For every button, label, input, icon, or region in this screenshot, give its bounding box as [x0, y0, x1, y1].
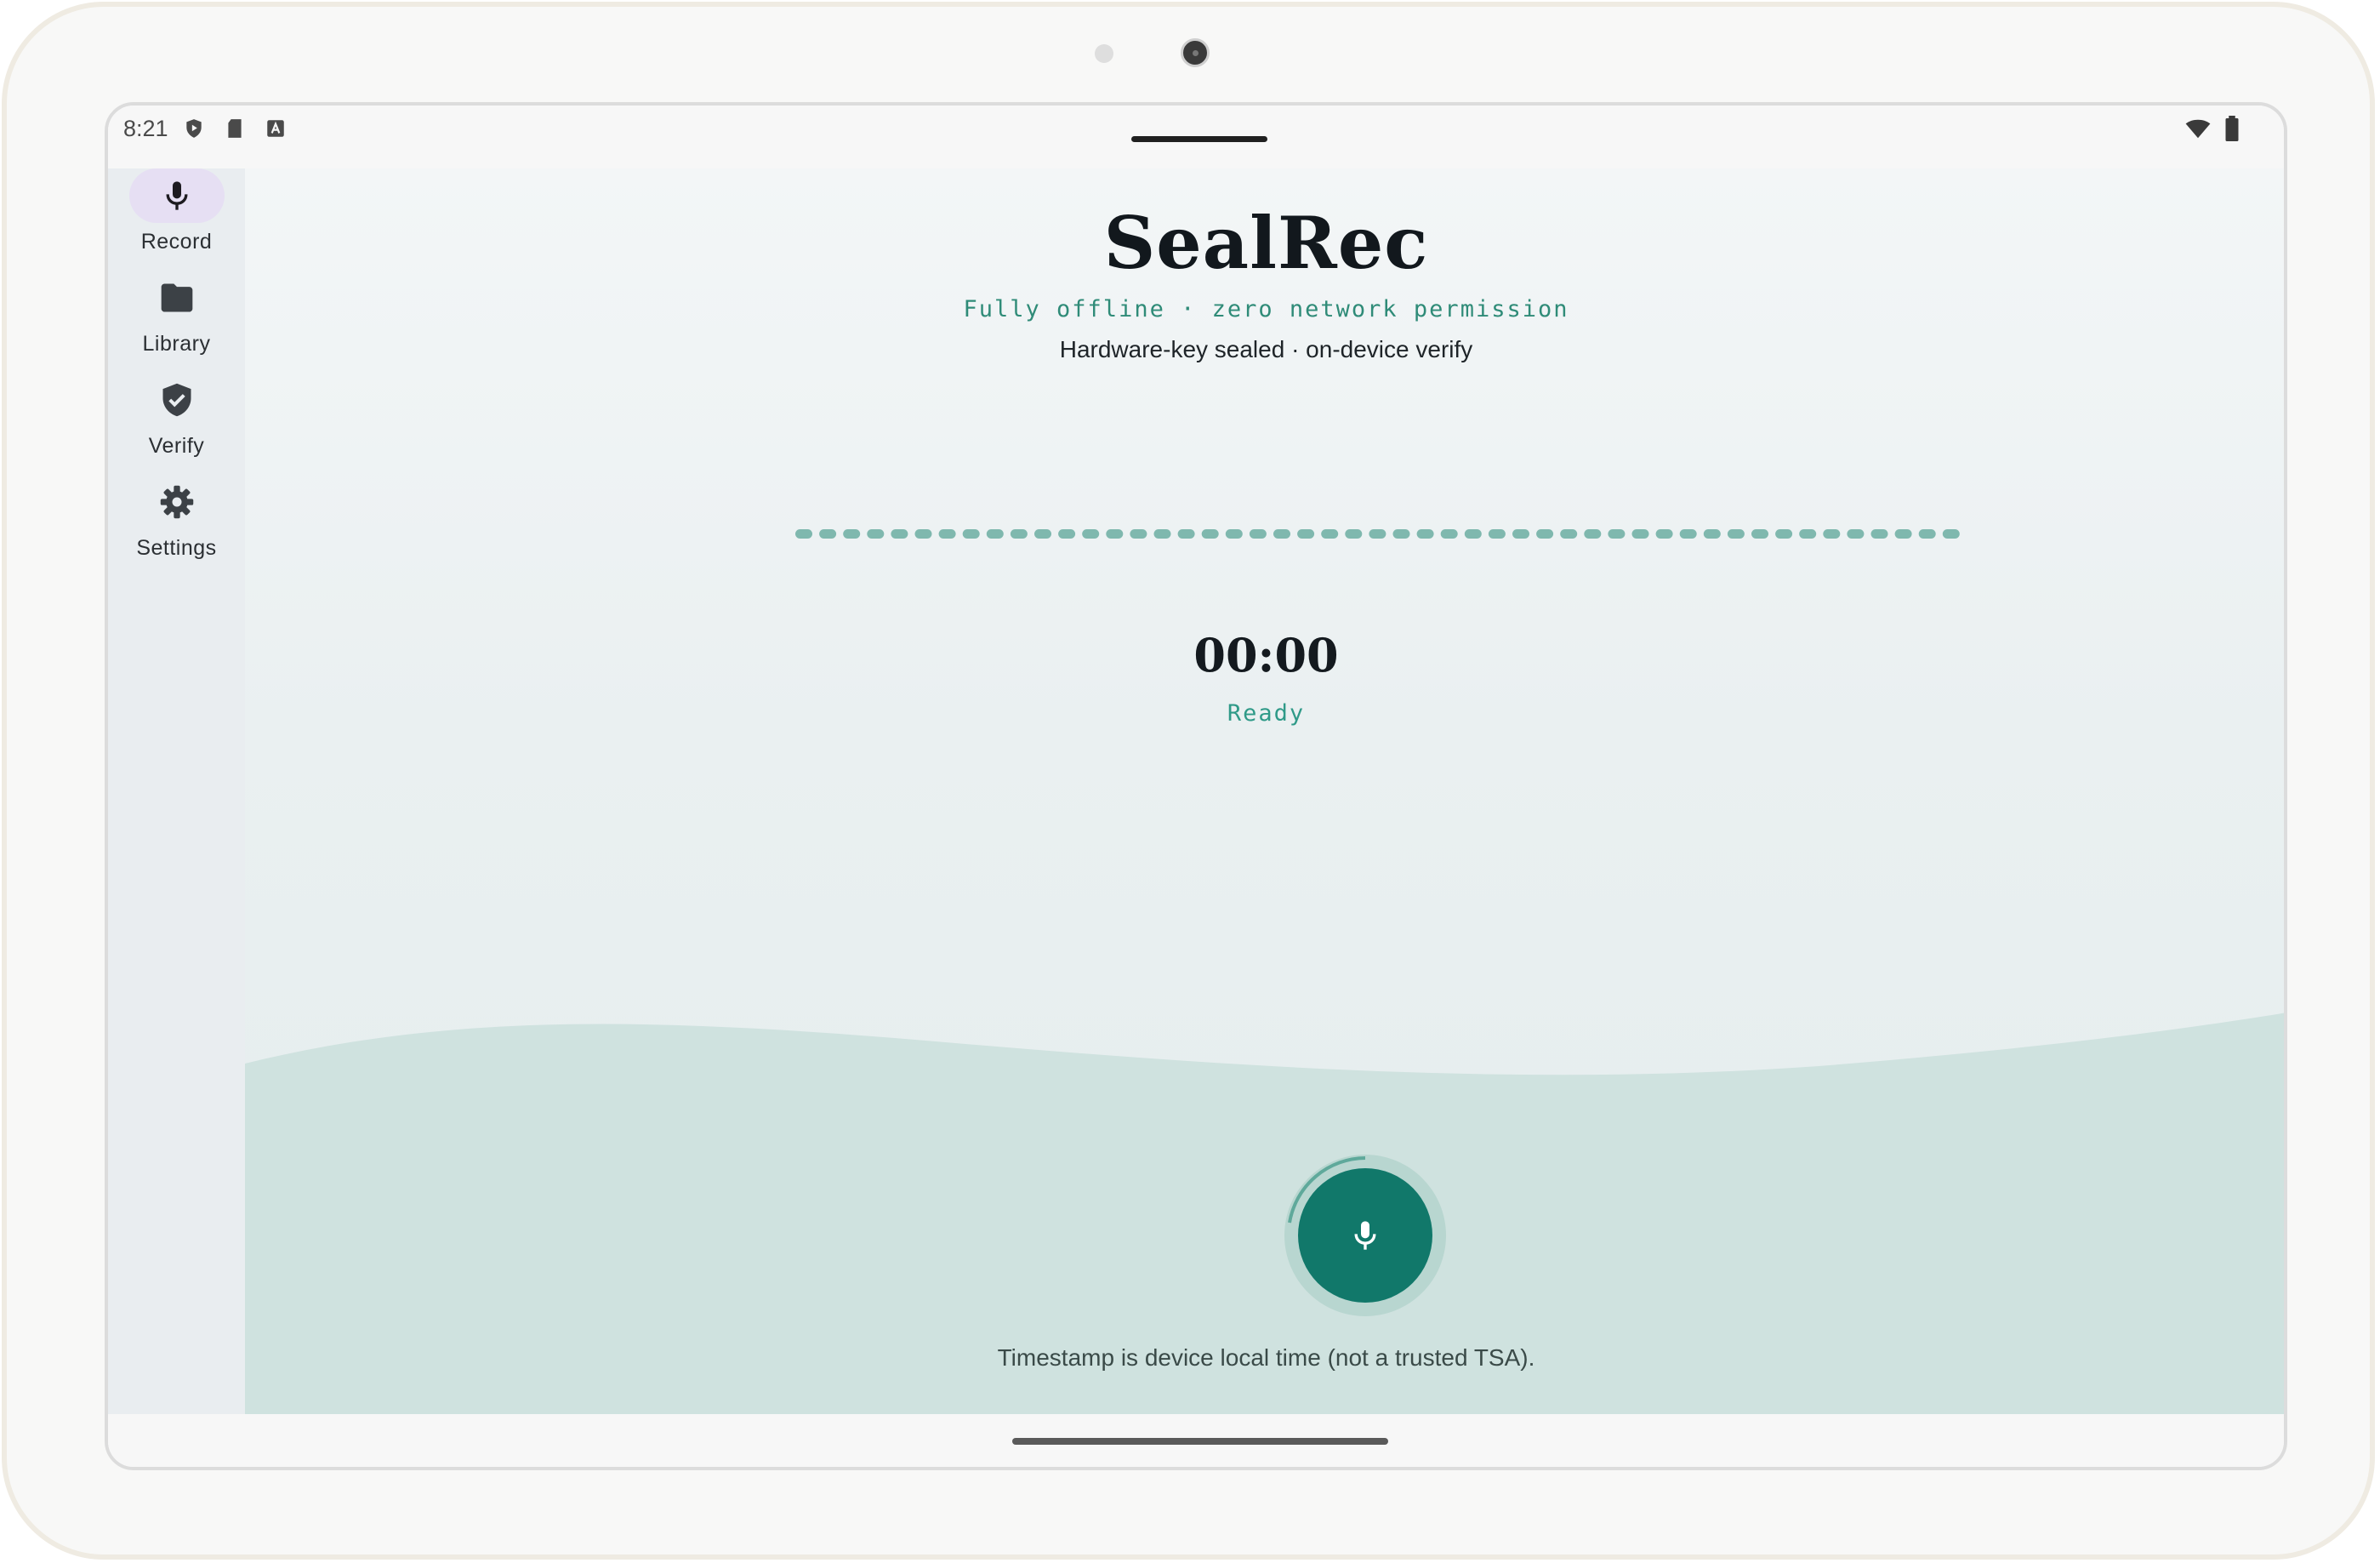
level-bar: [1870, 529, 1888, 539]
level-bar: [962, 529, 980, 539]
level-bar: [891, 529, 908, 539]
level-bar: [1416, 529, 1434, 539]
level-bar: [986, 529, 1004, 539]
level-bar: [1130, 529, 1147, 539]
level-bar: [843, 529, 861, 539]
rail-label-verify: Verify: [148, 434, 205, 458]
recording-timer: 00:00: [1193, 628, 1339, 682]
level-bar: [1273, 529, 1290, 539]
level-bar: [1560, 529, 1578, 539]
level-bar: [1918, 529, 1936, 539]
status-time: 8:21: [123, 116, 168, 141]
rail-item-library[interactable]: Library: [108, 271, 245, 364]
wifi-icon: [2185, 119, 2211, 139]
light-sensor: [1095, 44, 1113, 63]
tablet-frame: 8:21 Record Library Verify Settings Seal…: [2, 2, 2375, 1560]
level-bar: [1201, 529, 1219, 539]
shield-play-icon: [186, 119, 202, 138]
record-button[interactable]: [1298, 1168, 1432, 1303]
level-bar: [1631, 529, 1649, 539]
level-bar: [1106, 529, 1124, 539]
level-bar: [1249, 529, 1267, 539]
sd-card-icon: [228, 119, 242, 138]
level-bar: [1536, 529, 1554, 539]
recording-status: Ready: [1227, 700, 1306, 727]
rail-label-settings: Settings: [136, 536, 217, 560]
gear-icon: [160, 485, 194, 519]
level-bar: [1608, 529, 1626, 539]
level-bar: [1345, 529, 1363, 539]
level-bar: [1584, 529, 1602, 539]
navigation-rail: Record Library Verify Settings: [108, 168, 245, 1414]
level-bar: [1512, 529, 1529, 539]
home-gesture-handle[interactable]: [1012, 1438, 1388, 1445]
level-bar: [795, 529, 812, 539]
level-bar: [938, 529, 956, 539]
folder-icon: [161, 283, 193, 312]
level-bar: [1034, 529, 1051, 539]
front-camera: [1181, 38, 1210, 67]
mic-icon: [1354, 1221, 1376, 1250]
timestamp-disclaimer: Timestamp is device local time (not a tr…: [997, 1344, 1535, 1371]
level-bar: [1488, 529, 1506, 539]
screen: 8:21 Record Library Verify Settings Seal…: [105, 102, 2287, 1470]
level-bar: [1369, 529, 1386, 539]
level-bar: [1321, 529, 1339, 539]
level-bar: [1058, 529, 1076, 539]
rail-label-library: Library: [142, 332, 211, 356]
record-screen: SealRec Fully offline · zero network per…: [245, 168, 2284, 1414]
keyboard-a-icon: [267, 120, 284, 137]
level-bar: [914, 529, 932, 539]
rail-item-settings[interactable]: Settings: [108, 475, 245, 568]
shield-check-icon: [162, 383, 191, 417]
level-bar: [1727, 529, 1745, 539]
level-bar: [1392, 529, 1410, 539]
level-bar: [1823, 529, 1841, 539]
level-bar: [1177, 529, 1195, 539]
level-bar: [1153, 529, 1171, 539]
system-navigation-bar: [108, 1414, 2284, 1467]
level-bar: [1010, 529, 1028, 539]
level-bar: [1655, 529, 1673, 539]
top-gesture-bar: [1131, 136, 1267, 142]
level-bar: [1464, 529, 1482, 539]
level-bar: [1297, 529, 1315, 539]
rail-item-verify[interactable]: Verify: [108, 373, 245, 466]
level-bar: [1703, 529, 1721, 539]
status-bar: 8:21: [108, 106, 2284, 168]
rail-label-record: Record: [140, 230, 213, 254]
level-bar: [1679, 529, 1697, 539]
level-bar: [1894, 529, 1912, 539]
rail-item-record[interactable]: Record: [108, 168, 245, 262]
level-bar: [1775, 529, 1793, 539]
level-bar: [1751, 529, 1768, 539]
mic-icon: [166, 181, 188, 210]
level-bar: [1225, 529, 1243, 539]
level-bar: [1799, 529, 1817, 539]
level-bar: [1440, 529, 1458, 539]
level-bar: [1847, 529, 1865, 539]
level-bar: [1082, 529, 1100, 539]
level-bar: [819, 529, 837, 539]
level-bar: [1942, 529, 1960, 539]
battery-icon: [2225, 116, 2239, 141]
level-bar: [867, 529, 885, 539]
